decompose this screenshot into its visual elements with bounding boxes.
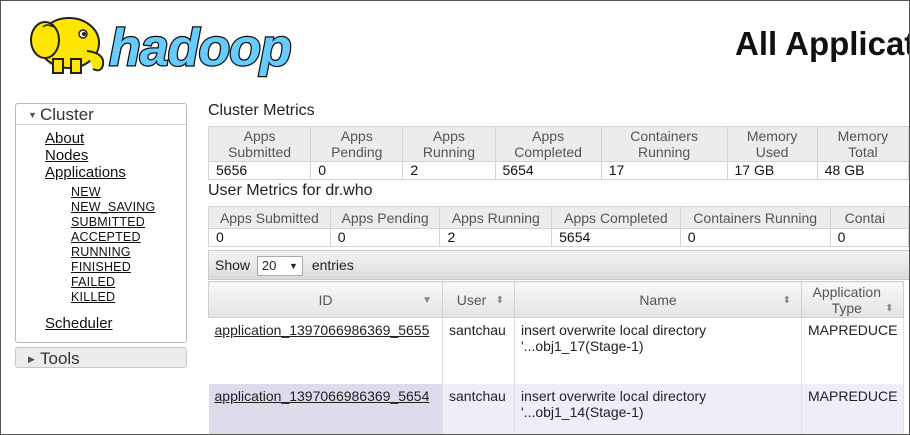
table-row[interactable]: application_1397066986369_5655 santchau …: [208, 317, 905, 384]
cm-header-apps-submitted: Apps Submitted: [207, 126, 312, 162]
applications-table: ID ▼ User ⬍ Name ⬍ Application Type ⬍ ap…: [208, 281, 905, 434]
sidebar-link-about[interactable]: About: [45, 130, 84, 147]
cm-header-apps-running: Apps Running: [402, 126, 496, 162]
user-metrics-table: Apps Submitted Apps Pending Apps Running…: [208, 206, 909, 247]
sidebar-state-failed[interactable]: FAILED: [71, 275, 115, 289]
column-header-id-label: ID: [318, 291, 333, 308]
hadoop-logo[interactable]: hadoop: [17, 7, 317, 79]
um-value: 0: [829, 228, 909, 247]
um-header-containers-truncated: Contai: [829, 206, 909, 229]
sidebar-cluster-label: Cluster: [40, 105, 94, 124]
sidebar-state-submitted[interactable]: SUBMITTED: [71, 215, 145, 229]
cm-value: 5654: [494, 161, 602, 180]
page-size-select[interactable]: 20 ▼: [256, 256, 303, 277]
sidebar-tools-label: Tools: [40, 349, 80, 368]
um-value: 0: [679, 228, 831, 247]
sidebar-state-accepted[interactable]: ACCEPTED: [71, 230, 141, 244]
column-header-type-label: Application Type: [812, 283, 881, 316]
cluster-metrics-value-row: 5656 0 2 5654 17 17 GB 48 GB: [207, 161, 909, 180]
show-label: Show: [215, 257, 251, 273]
um-header-containers-running: Containers Running: [679, 206, 831, 229]
cluster-metrics-title: Cluster Metrics: [208, 102, 315, 119]
sidebar-tools-header[interactable]: ▶ Tools: [16, 348, 186, 369]
cm-value: 17: [600, 161, 728, 180]
um-header-apps-pending: Apps Pending: [329, 206, 441, 229]
cm-value: 0: [310, 161, 404, 180]
sidebar-state-finished[interactable]: FINISHED: [71, 260, 131, 274]
entries-label: entries: [311, 257, 354, 273]
um-header-apps-completed: Apps Completed: [551, 206, 681, 229]
um-value: 5654: [551, 228, 681, 247]
sort-both-icon: ⬍: [495, 295, 504, 306]
app-id-link[interactable]: application_1397066986369_5655: [215, 322, 430, 338]
user-metrics-title: User Metrics for dr.who: [208, 182, 373, 199]
column-header-name[interactable]: Name ⬍: [514, 281, 802, 318]
sort-both-icon: ⬍: [782, 295, 791, 306]
table-row[interactable]: application_1397066986369_5654 santchau …: [208, 383, 905, 434]
sidebar-state-new[interactable]: NEW: [71, 185, 101, 199]
cm-value: 5656: [207, 161, 312, 180]
sidebar-tools-panel[interactable]: ▶ Tools: [15, 347, 187, 368]
sidebar-state-running[interactable]: RUNNING: [71, 245, 131, 259]
sidebar-cluster-header[interactable]: ▼ Cluster: [16, 104, 186, 125]
page-title: All Applications: [735, 25, 909, 62]
column-header-id[interactable]: ID ▼: [208, 281, 443, 318]
user-metrics-value-row: 0 0 2 5654 0 0: [208, 228, 909, 247]
column-header-name-label: Name: [639, 291, 677, 308]
cm-header-apps-pending: Apps Pending: [310, 126, 404, 162]
column-header-application-type[interactable]: Application Type ⬍: [800, 281, 905, 318]
sort-both-icon: ⬍: [885, 303, 894, 314]
cm-value: 2: [402, 161, 496, 180]
app-user-cell: santchau: [442, 383, 515, 434]
cluster-metrics-header-row: Apps Submitted Apps Pending Apps Running…: [207, 126, 909, 162]
cm-value: 17 GB: [726, 161, 818, 180]
um-header-apps-running: Apps Running: [439, 206, 553, 229]
cm-header-memory-used: Memory Used: [726, 126, 818, 162]
select-arrow-icon: ▼: [289, 261, 298, 272]
cm-header-containers-running: Containers Running: [600, 126, 728, 162]
sidebar-state-new-saving[interactable]: NEW_SAVING: [71, 200, 155, 214]
um-header-apps-submitted: Apps Submitted: [208, 206, 331, 229]
user-metrics-header-row: Apps Submitted Apps Pending Apps Running…: [208, 206, 909, 229]
app-type-cell: MAPREDUCE: [801, 383, 905, 434]
caret-down-icon: ▼: [28, 110, 37, 120]
page-frame: hadoop All Applications ▼Cluster About N…: [0, 0, 910, 435]
applications-header-row: ID ▼ User ⬍ Name ⬍ Application Type ⬍: [208, 281, 905, 318]
cluster-metrics-table: Apps Submitted Apps Pending Apps Running…: [207, 126, 909, 180]
app-name-cell: insert overwrite local directory '...obj…: [514, 383, 802, 434]
page-size-value: 20: [261, 258, 277, 274]
app-type-cell: MAPREDUCE: [801, 317, 905, 384]
app-name-cell: insert overwrite local directory '...obj…: [514, 317, 802, 384]
app-id-cell: application_1397066986369_5655: [208, 317, 443, 384]
sidebar-state-killed[interactable]: KILLED: [71, 290, 115, 304]
sidebar-link-nodes[interactable]: Nodes: [45, 147, 88, 164]
elephant-icon: [30, 17, 105, 74]
column-header-user[interactable]: User ⬍: [442, 281, 515, 318]
logo-wordmark: hadoop: [109, 19, 291, 77]
app-id-link[interactable]: application_1397066986369_5654: [215, 388, 430, 404]
app-id-cell: application_1397066986369_5654: [208, 383, 443, 434]
cm-header-memory-total: Memory Total: [816, 126, 909, 162]
sort-desc-icon: ▼: [422, 295, 432, 306]
sidebar-cluster-panel: ▼ Cluster About Nodes Applications NEW NE…: [15, 103, 187, 343]
caret-right-icon: ▶: [28, 354, 35, 364]
sidebar-link-scheduler[interactable]: Scheduler: [45, 315, 113, 332]
um-value: 0: [329, 228, 441, 247]
sidebar-link-applications[interactable]: Applications: [45, 164, 126, 181]
table-length-toolbar: Show 20 ▼ entries: [208, 250, 909, 280]
cm-header-apps-completed: Apps Completed: [494, 126, 602, 162]
column-header-user-label: User: [456, 291, 487, 308]
um-value: 0: [208, 228, 331, 247]
app-user-cell: santchau: [442, 317, 515, 384]
cm-value: 48 GB: [816, 161, 909, 180]
um-value: 2: [439, 228, 553, 247]
